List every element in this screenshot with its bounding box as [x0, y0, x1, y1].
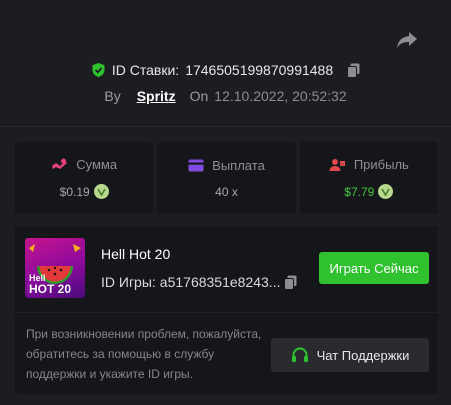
payout-card-icon	[188, 159, 204, 171]
stat-payout-label: Выплата	[212, 157, 265, 173]
game-id-row: ID Игры: a51768351e8243...	[101, 274, 297, 290]
bet-date: 12.10.2022, 20:52:32	[214, 88, 347, 104]
bet-id-value: 1746505199870991488	[185, 62, 334, 78]
stat-stake-label: Сумма	[76, 157, 118, 172]
support-chat-button[interactable]: Чат Поддержки	[271, 338, 429, 372]
profit-icon	[329, 158, 345, 171]
copy-icon	[347, 63, 360, 78]
on-label: On	[189, 88, 209, 104]
stat-stake: Сумма $0.19	[15, 142, 154, 214]
game-id-value: a51768351e8243...	[159, 274, 281, 290]
bet-id-row: ID Ставки: 1746505199870991488	[0, 60, 451, 80]
stats-row: Сумма $0.19 Выплата 40 x Прибыль $7.79	[15, 142, 438, 214]
copy-game-id-button[interactable]	[284, 275, 297, 290]
support-chat-label: Чат Поддержки	[316, 347, 410, 363]
share-button[interactable]	[396, 30, 418, 50]
game-thumbnail[interactable]: Hell HOT 20	[25, 238, 85, 298]
verified-shield-icon	[92, 63, 105, 77]
copy-bet-id-button[interactable]	[347, 63, 360, 78]
play-now-button[interactable]: Играть Сейчас	[319, 252, 429, 284]
stat-profit: Прибыль $7.79	[299, 142, 438, 214]
bet-id-label: ID Ставки:	[111, 62, 180, 78]
coin-icon	[378, 184, 394, 199]
game-card: Hell HOT 20 Hell Hot 20 ID Игры: a517683…	[15, 226, 438, 394]
stat-stake-value: $0.19	[59, 184, 90, 199]
stat-profit-label: Прибыль	[353, 157, 409, 172]
coin-icon	[93, 184, 109, 199]
author-row: By Spritz On 12.10.2022, 20:52:32	[0, 86, 451, 106]
game-title: Hell Hot 20	[101, 246, 171, 262]
username-link[interactable]: Spritz	[137, 88, 176, 104]
stake-icon	[52, 158, 68, 169]
help-text: При возникновении проблем, пожалуйста, о…	[26, 327, 262, 381]
thumb-line2: HOT 20	[29, 282, 72, 296]
headset-icon	[291, 347, 308, 362]
card-divider	[15, 312, 438, 313]
by-label: By	[104, 88, 121, 104]
share-icon	[397, 32, 417, 48]
divider	[0, 126, 451, 127]
stat-profit-value: $7.79	[344, 184, 375, 199]
game-id-label: ID Игры:	[101, 274, 156, 290]
copy-icon	[284, 275, 297, 290]
stat-payout-value: 40 x	[215, 184, 238, 199]
stat-payout: Выплата 40 x	[157, 142, 296, 214]
